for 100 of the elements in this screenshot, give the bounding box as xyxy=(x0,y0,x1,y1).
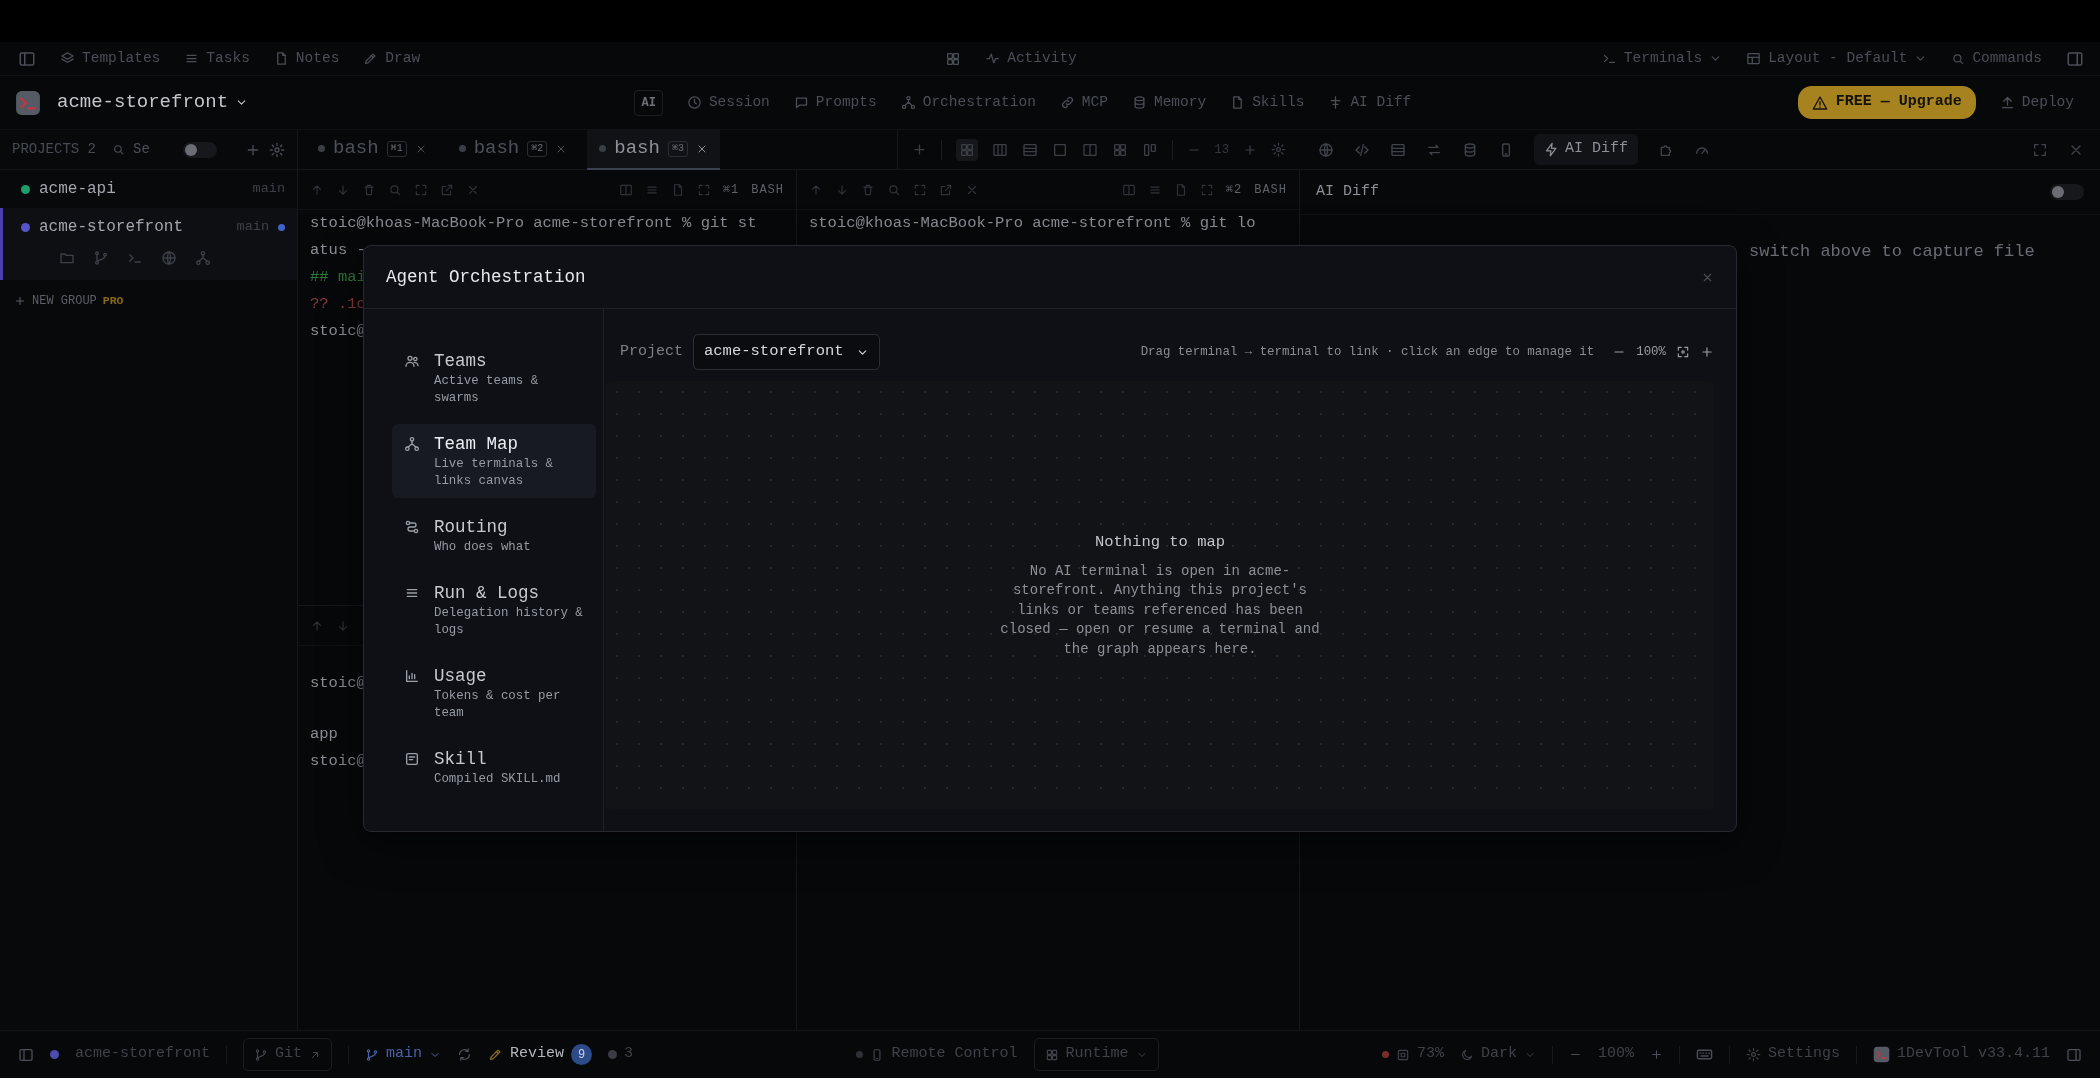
columns-icon[interactable] xyxy=(991,141,1008,158)
activity-button[interactable]: Activity xyxy=(985,47,1077,70)
nav-tab[interactable]: MCP xyxy=(1059,91,1108,114)
nav-tab[interactable]: Memory xyxy=(1131,91,1207,114)
nav-item[interactable]: Teams Active teams & swarms xyxy=(392,341,596,415)
grid-icon[interactable] xyxy=(1111,141,1128,158)
external-link-icon[interactable] xyxy=(440,182,454,197)
branch-dropdown[interactable]: main xyxy=(365,1043,442,1066)
arrow-up-icon[interactable] xyxy=(310,182,324,197)
theme-dropdown[interactable]: Dark xyxy=(1459,1043,1536,1066)
database-icon[interactable] xyxy=(1462,141,1478,158)
toggle-switch[interactable] xyxy=(2050,184,2084,200)
kanban-icon[interactable] xyxy=(1141,141,1158,158)
tasks-button[interactable]: Tasks xyxy=(184,47,250,70)
terminal-line: ?? .1c xyxy=(310,294,366,315)
ai-diff-tool[interactable]: AI Diff xyxy=(1534,134,1638,165)
settings-icon[interactable] xyxy=(1271,142,1286,157)
expand-icon[interactable] xyxy=(414,182,428,197)
expand-icon[interactable] xyxy=(696,182,711,197)
nav-item[interactable]: Routing Who does what xyxy=(392,507,596,564)
refresh-icon[interactable] xyxy=(457,1047,473,1062)
plus-icon[interactable] xyxy=(1649,1048,1663,1061)
project-dropdown[interactable]: acme-storefront xyxy=(57,88,249,117)
terminal-tab[interactable]: bash ⌘2 xyxy=(446,129,580,170)
split-icon[interactable] xyxy=(1121,182,1136,197)
branch-icon[interactable] xyxy=(93,250,109,266)
plus-icon[interactable] xyxy=(911,142,927,157)
link-icon xyxy=(1059,95,1075,110)
nav-item[interactable]: Run & Logs Delegation history & logs xyxy=(392,573,596,647)
nav-subtitle: Active teams & swarms xyxy=(434,373,540,407)
panel-toggle-icon[interactable] xyxy=(2066,49,2084,68)
grid-icon[interactable] xyxy=(945,50,962,67)
nav-tab[interactable]: Skills xyxy=(1230,91,1305,114)
upgrade-button[interactable]: FREE — Upgrade xyxy=(1797,86,1976,119)
terminal-tab[interactable]: bash ⌘1 xyxy=(306,129,439,170)
arrow-up-icon[interactable] xyxy=(310,618,324,633)
branch-label: main xyxy=(252,179,285,198)
nav-tab[interactable]: Session xyxy=(686,91,770,114)
search-icon[interactable] xyxy=(887,182,901,197)
settings-icon[interactable] xyxy=(269,141,285,158)
arrow-down-icon[interactable] xyxy=(835,182,849,197)
commands-button[interactable]: Commands xyxy=(1951,47,2042,70)
terminals-dropdown[interactable]: Terminals xyxy=(1601,47,1723,70)
arrow-down-icon[interactable] xyxy=(336,182,350,197)
split-icon[interactable] xyxy=(618,182,633,197)
sidebar-toggle-icon[interactable] xyxy=(18,49,36,68)
settings-button[interactable]: Settings xyxy=(1745,1043,1840,1066)
project-item[interactable]: acme-api main xyxy=(0,170,297,208)
arrow-up-icon[interactable] xyxy=(809,182,823,197)
plus-icon[interactable] xyxy=(14,295,26,307)
rows-icon[interactable] xyxy=(1021,141,1038,158)
nav-subtitle: Tokens & cost per team xyxy=(434,688,562,722)
plus-icon[interactable] xyxy=(1700,345,1714,359)
nav-subtitle: Live terminals & links canvas xyxy=(434,456,554,490)
square-icon[interactable] xyxy=(1051,141,1068,158)
arrow-down-icon[interactable] xyxy=(336,618,350,633)
nav-item[interactable]: Team Map Live terminals & links canvas xyxy=(392,424,596,498)
globe-icon[interactable] xyxy=(161,250,177,266)
trash-icon[interactable] xyxy=(362,182,376,197)
remote-control-button[interactable]: Remote Control xyxy=(856,1043,1018,1066)
new-group-link[interactable]: NEW GROUP xyxy=(32,292,97,310)
notes-button[interactable]: Notes xyxy=(273,47,340,70)
chip-icon xyxy=(1395,1047,1410,1062)
nav-item[interactable]: Skill Compiled SKILL.md xyxy=(392,739,596,796)
grid-icon[interactable] xyxy=(955,138,978,161)
nav-tab[interactable]: Orchestration xyxy=(900,91,1036,114)
nav-tab[interactable]: Prompts xyxy=(793,91,877,114)
layout-dropdown[interactable]: Layout - Default xyxy=(1746,47,1928,70)
external-link-icon[interactable] xyxy=(939,182,953,197)
project-select[interactable]: acme-storefront xyxy=(693,334,880,370)
nav-tab[interactable]: AI Diff xyxy=(1328,91,1412,114)
empty-title: Nothing to map xyxy=(1094,531,1226,553)
route-icon xyxy=(404,519,420,535)
trash-icon[interactable] xyxy=(861,182,875,197)
runtime-dropdown[interactable]: Runtime xyxy=(1033,1038,1159,1071)
deploy-button[interactable]: Deploy xyxy=(1999,91,2074,114)
network-icon[interactable] xyxy=(195,250,211,266)
nav-item[interactable]: Usage Tokens & cost per team xyxy=(392,656,596,730)
terminal-tab[interactable]: bash ⌘3 xyxy=(587,129,720,170)
expand-icon[interactable] xyxy=(2032,141,2048,158)
panel-toggle-icon[interactable] xyxy=(2066,1046,2082,1063)
templates-button[interactable]: Templates xyxy=(60,47,161,70)
expand-icon[interactable] xyxy=(1199,182,1214,197)
code-icon[interactable] xyxy=(1354,141,1370,158)
review-button[interactable]: Review 9 xyxy=(488,1043,593,1066)
shortcut-label: ⌘2 xyxy=(1225,181,1243,199)
rows-icon[interactable] xyxy=(1390,141,1406,158)
git-button[interactable]: Git xyxy=(243,1038,333,1071)
nav-subtitle: Who does what xyxy=(434,539,531,556)
expand-icon[interactable] xyxy=(913,182,927,197)
fit-view-icon[interactable] xyxy=(1676,345,1690,359)
draw-button[interactable]: Draw xyxy=(363,47,421,70)
toggle-switch[interactable] xyxy=(183,141,217,158)
split-icon[interactable] xyxy=(1081,141,1098,158)
search-field[interactable]: Se xyxy=(133,139,175,160)
search-icon[interactable] xyxy=(388,182,402,197)
sidebar-toggle-icon[interactable] xyxy=(18,1046,34,1063)
folder-icon[interactable] xyxy=(59,250,75,266)
globe-icon[interactable] xyxy=(1318,141,1334,158)
pulse-icon xyxy=(985,51,1001,66)
